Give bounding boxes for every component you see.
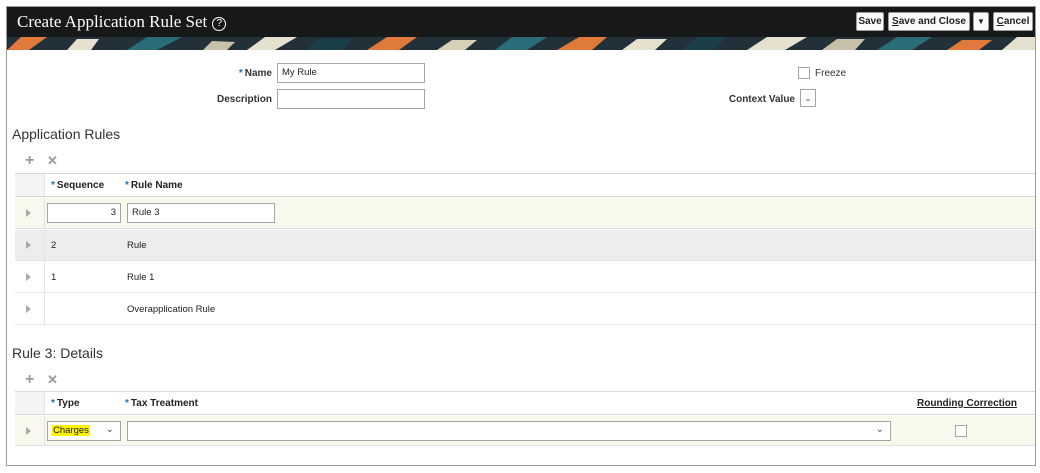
header-gutter — [15, 392, 45, 414]
rule-details-title: Rule 3: Details — [12, 345, 104, 361]
context-value-label: Context Value — [728, 94, 795, 105]
cancel-button[interactable]: Cancel — [993, 12, 1033, 31]
context-value-select[interactable]: ⌄ — [800, 89, 816, 107]
rule-name-cell: Rule — [127, 240, 147, 251]
rounding-correction-checkbox[interactable] — [955, 425, 967, 437]
sequence-cell: 2 — [51, 240, 57, 251]
decorative-banner — [7, 37, 1035, 50]
tax-treatment-select[interactable]: ⌄ — [127, 421, 891, 441]
expand-arrow-icon[interactable] — [26, 209, 31, 217]
table-row[interactable]: 2 Rule — [15, 230, 1035, 261]
add-icon[interactable]: + — [25, 372, 34, 388]
page-title: Create Application Rule Set? — [17, 12, 227, 32]
expand-arrow-icon[interactable] — [26, 241, 31, 249]
freeze-label: Freeze — [815, 68, 847, 79]
table-row[interactable]: 3 Rule 3 — [15, 198, 1035, 229]
save-and-close-button[interactable]: Save and Close — [888, 12, 970, 31]
save-button[interactable]: Save — [856, 12, 884, 31]
type-select[interactable]: Charges ⌄ — [47, 421, 121, 441]
name-label: * Name — [238, 68, 272, 79]
application-rules-table-header: * Sequence * Rule Name — [15, 173, 1035, 197]
rule-name-cell: Rule 1 — [127, 272, 155, 283]
banner-pattern — [7, 37, 1035, 50]
expand-arrow-icon[interactable] — [26, 273, 31, 281]
table-row[interactable]: 1 Rule 1 — [15, 262, 1035, 293]
expand-arrow-icon[interactable] — [26, 427, 31, 435]
row-gutter — [15, 416, 45, 445]
chevron-down-icon: ⌄ — [105, 424, 114, 435]
app-window: Create Application Rule Set? Save Save a… — [6, 6, 1036, 466]
help-icon[interactable]: ? — [212, 17, 227, 31]
name-input[interactable]: My Rule — [277, 63, 425, 83]
column-sequence[interactable]: * Sequence — [51, 180, 104, 191]
sequence-cell: 1 — [51, 272, 57, 283]
column-tax-treatment[interactable]: * Tax Treatment — [125, 398, 198, 409]
sequence-input[interactable]: 3 — [47, 203, 121, 223]
column-rounding-correction[interactable]: Rounding Correction — [917, 398, 1017, 409]
row-gutter — [15, 294, 45, 324]
delete-icon[interactable]: ✕ — [47, 372, 58, 388]
expand-arrow-icon[interactable] — [26, 305, 31, 313]
save-options-dropdown-icon[interactable]: ▼ — [973, 12, 989, 31]
row-gutter — [15, 198, 45, 228]
column-type[interactable]: * Type — [51, 398, 80, 409]
column-rule-name[interactable]: * Rule Name — [125, 180, 183, 191]
row-gutter — [15, 262, 45, 292]
table-row[interactable]: Charges ⌄ ⌄ — [15, 416, 1035, 446]
details-table-header: * Type * Tax Treatment Rounding Correction — [15, 391, 1035, 415]
row-gutter — [15, 230, 45, 260]
description-input[interactable] — [277, 89, 425, 109]
header-gutter — [15, 174, 45, 196]
type-select-value: Charges — [52, 425, 90, 436]
chevron-down-icon: ⌄ — [875, 424, 884, 435]
rule-name-cell: Overapplication Rule — [127, 304, 216, 315]
rule-name-input[interactable]: Rule 3 — [127, 203, 275, 223]
add-icon[interactable]: + — [25, 153, 34, 169]
table-row[interactable]: Overapplication Rule — [15, 294, 1035, 325]
description-label: Description — [216, 94, 272, 105]
delete-icon[interactable]: ✕ — [47, 153, 58, 169]
application-rules-title: Application Rules — [12, 126, 121, 142]
freeze-checkbox[interactable] — [798, 67, 810, 79]
page-header: Create Application Rule Set? Save Save a… — [7, 7, 1035, 37]
